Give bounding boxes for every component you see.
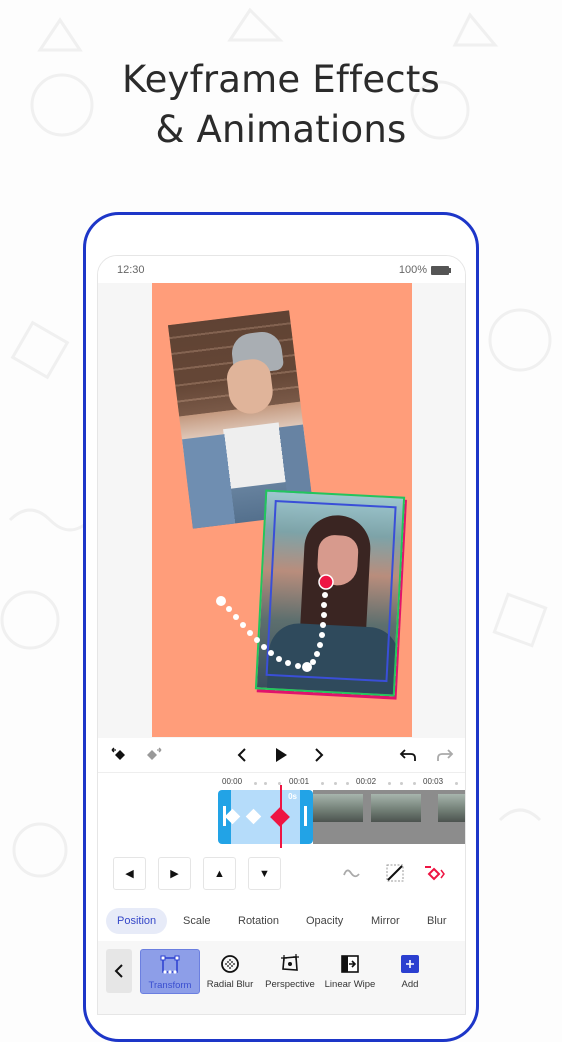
ruler-label: 00:03 [423,777,444,786]
ruler-label: 00:01 [289,777,310,786]
effect-radial-blur[interactable]: Radial Blur [200,949,260,994]
clip-duration: 0s [288,792,297,801]
back-button[interactable] [106,949,132,993]
ruler-label: 00:02 [356,777,377,786]
video-canvas[interactable] [152,283,412,737]
tab-opacity[interactable]: Opacity [295,908,354,934]
chevron-left-icon [114,964,123,978]
redo-icon[interactable] [434,744,456,766]
ruler-label: 00:00 [222,777,243,786]
effect-linear-wipe[interactable]: Linear Wipe [320,949,380,994]
app-screen: 12:30 100% 00:00 00:01 00:02 00:03 0s ◀ … [97,255,466,1015]
keyframe-add-icon[interactable] [423,861,447,885]
nudge-left-button[interactable]: ◀ [113,857,146,890]
property-tabs: Position Scale Rotation Opacity Mirror B… [98,904,465,938]
selected-clip[interactable]: 0s [218,790,313,844]
active-keyframe-point [318,574,334,590]
headline-line-2: & Animations [155,108,407,151]
playback-bar [98,738,465,772]
effect-label: Add [401,979,419,990]
effects-bar: Transform Radial Blur Perspective Linear… [98,941,465,1014]
ease-curve-icon[interactable] [340,861,364,885]
linear-wipe-icon [339,953,361,975]
nudge-up-button[interactable]: ▲ [203,857,236,890]
add-icon [399,953,421,975]
linear-curve-icon[interactable] [383,861,407,885]
keyframe-controls: ◀ ▶ ▲ ▼ [98,851,465,896]
chevron-left-icon[interactable] [231,744,253,766]
clip-thumbnail [371,794,421,822]
tab-position[interactable]: Position [106,908,168,934]
effect-label: Perspective [265,979,315,990]
nudge-down-button[interactable]: ▼ [248,857,281,890]
status-time: 12:30 [117,264,145,276]
playhead[interactable] [280,785,282,848]
radial-blur-icon [219,953,241,975]
preview-area [98,283,465,738]
effect-perspective[interactable]: Perspective [260,949,320,994]
video-clip[interactable] [313,790,465,844]
tab-rotation[interactable]: Rotation [227,908,290,934]
headline: Keyframe Effects & Animations [0,55,562,155]
keyframe-next-icon[interactable] [143,744,165,766]
clip-thumbnail [313,794,363,822]
time-ruler: 00:00 00:01 00:02 00:03 [222,777,465,791]
tab-mirror[interactable]: Mirror [360,908,411,934]
battery-percent: 100% [398,264,427,276]
effect-label: Linear Wipe [324,979,376,990]
tab-blur[interactable]: Blur [416,908,458,934]
headline-line-1: Keyframe Effects [121,58,441,101]
timeline[interactable]: 00:00 00:01 00:02 00:03 0s [98,772,465,848]
nudge-right-button[interactable]: ▶ [158,857,191,890]
clip-trim-handle-right[interactable] [304,806,307,826]
motion-path [216,574,334,672]
effect-label: Radial Blur [206,979,254,990]
perspective-icon [279,953,301,975]
keyframe-prev-icon[interactable] [108,744,130,766]
undo-icon[interactable] [397,744,419,766]
battery-full-icon [431,265,451,275]
tab-scale[interactable]: Scale [172,908,222,934]
chevron-right-icon[interactable] [308,744,330,766]
transform-icon [159,954,181,976]
play-icon[interactable] [270,744,292,766]
status-battery: 100% [398,264,451,276]
effect-label: Transform [148,980,192,991]
clip-thumbnail [438,794,465,822]
effect-transform[interactable]: Transform [140,949,200,994]
effect-add[interactable]: Add [380,949,440,994]
status-bar: 12:30 100% [98,256,465,283]
